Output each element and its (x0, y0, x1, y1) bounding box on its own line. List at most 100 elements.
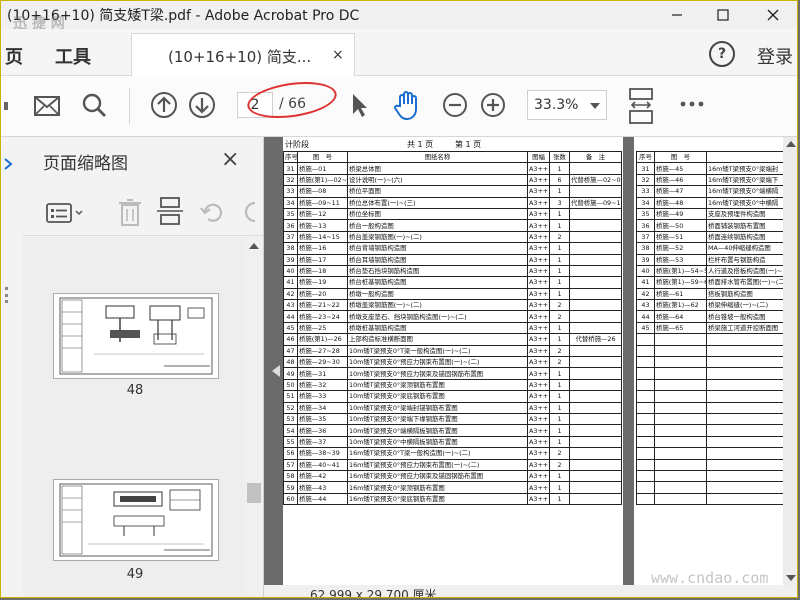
pane-resize-handle[interactable] (5, 287, 11, 303)
table-cell: 41 (283, 276, 298, 289)
table-cell: 桥施—19 (297, 276, 348, 289)
document-tab-close-icon[interactable]: × (332, 47, 344, 63)
table-cell: 桥施—09~11 (297, 196, 348, 209)
table-cell: 32 (636, 173, 655, 187)
table-cell: 37 (636, 230, 655, 244)
table-row: 43 桥施—21~22 桥墩盖梁钢筋图(一)~(二) A3++ 2 (283, 299, 622, 312)
select-tool-button[interactable] (347, 90, 371, 120)
table-cell (569, 367, 622, 380)
login-button[interactable]: 登录 (757, 43, 793, 69)
table-cell: 1 (549, 435, 570, 449)
previous-page-arrow-icon[interactable] (272, 365, 280, 377)
table-row-empty (636, 378, 797, 392)
table-row: 54 桥施—36 10m矮T梁预支0°端横隔板钢筋布置图 A3++ 1 (283, 424, 622, 437)
table-cell: 桥施—49 (654, 207, 707, 221)
table-header-row: 序号图 号图纸名称 图幅 张数备 注 (283, 150, 622, 164)
table-cell: 桥施—46 (654, 173, 707, 187)
previous-page-button[interactable] (149, 90, 179, 120)
minimize-button[interactable] (653, 1, 701, 29)
document-page-right: 序号图 号 31 桥施—45 16m矮T梁预支0°梁端封 32 桥施—46 16m矮T梁预支… (634, 137, 797, 585)
table-cell: 42 (636, 287, 655, 301)
email-button[interactable] (31, 91, 63, 121)
table-cell: 桥位坐标图 (347, 207, 528, 221)
table-cell (636, 481, 655, 494)
table-cell: A3++ (527, 207, 550, 221)
table-cell (569, 424, 622, 437)
table-cell (654, 424, 707, 437)
minimize-icon (672, 14, 682, 16)
scroll-down-icon[interactable] (784, 573, 798, 583)
table-row-empty (636, 435, 797, 449)
table-cell: 33 (283, 185, 298, 198)
more-tools-button[interactable] (677, 94, 707, 114)
table-cell: 桥施—47 (654, 185, 707, 198)
table-cell: 39 (636, 253, 655, 266)
close-window-button[interactable] (749, 1, 797, 29)
table-cell (654, 344, 707, 358)
table-cell: 38 (283, 242, 298, 255)
panel-close-icon[interactable]: × (221, 147, 239, 172)
extract-page-icon[interactable] (155, 195, 185, 227)
table-cell: A3++ (527, 412, 550, 426)
table-cell: 41 (636, 276, 655, 289)
table-cell: 桥墩桩基钢筋构造图 (347, 321, 528, 335)
table-cell: 56 (283, 447, 298, 460)
table-cell: A3++ (527, 401, 550, 415)
table-cell: 43 (636, 299, 655, 312)
pane-toggle-icon[interactable] (3, 157, 13, 171)
table-cell (636, 356, 655, 369)
table-cell (636, 469, 655, 483)
table-cell: 38 (636, 242, 655, 255)
table-cell: 桥台背墙钢筋构造图 (347, 242, 528, 255)
table-cell: A3++ (527, 344, 550, 358)
document-scrollbar[interactable] (783, 137, 798, 585)
delete-page-icon[interactable] (117, 197, 143, 227)
table-cell: 1 (549, 242, 570, 255)
thumbnail-page-49[interactable] (53, 479, 219, 561)
table-cell: 代替桥施—09~11 (569, 196, 622, 209)
scroll-up-icon[interactable] (247, 241, 261, 251)
table-row: 35 桥施—12 桥位坐标图 A3++ 1 (283, 207, 622, 221)
table-cell: 31 (636, 162, 655, 175)
zoom-out-button[interactable] (441, 91, 469, 119)
rotate-left-icon[interactable] (199, 199, 225, 225)
table-cell: A3++ (527, 424, 550, 437)
column-header: 备 注 (569, 150, 622, 164)
tab-tools[interactable]: 工具 (55, 43, 91, 69)
hand-tool-button[interactable] (391, 88, 423, 122)
table-cell: 44 (636, 310, 655, 323)
table-cell: 40 (283, 264, 298, 278)
thumbnail-options-icon[interactable] (45, 201, 85, 225)
table-cell (654, 469, 707, 483)
column-header: 图 号 (297, 150, 348, 164)
rotate-right-icon-partial[interactable] (243, 199, 257, 225)
next-page-button[interactable] (187, 90, 217, 120)
table-row: 42 桥施—20 桥墩一般构造图 A3++ 1 (283, 287, 622, 301)
zoom-in-button[interactable] (479, 91, 507, 119)
drawing-index-table-continued: 序号图 号 31 桥施—45 16m矮T梁预支0°梁端封 32 桥施—46 16m矮T梁预支… (636, 150, 797, 506)
table-cell: A3++ (527, 481, 550, 494)
fit-page-width-button[interactable] (625, 86, 657, 126)
maximize-button[interactable] (699, 1, 747, 29)
tab-home-partial[interactable]: 页 (5, 43, 23, 69)
table-cell: 10m矮T梁预支0°端横隔板钢筋布置图 (347, 424, 528, 437)
navigation-pane-strip (1, 137, 24, 597)
zoom-level-dropdown[interactable]: 33.3% (527, 90, 607, 120)
table-row-empty (636, 367, 797, 380)
document-tab[interactable]: (10+16+10) 简支... × (131, 33, 355, 76)
help-icon[interactable]: ? (709, 41, 735, 67)
thumbnail-page-48[interactable] (53, 293, 219, 379)
table-cell: 59 (283, 481, 298, 494)
zoom-in-icon (481, 93, 505, 117)
scroll-up-icon[interactable] (784, 139, 798, 149)
table-cell: 桥位总体布置(一)~(三) (347, 196, 528, 209)
search-button[interactable] (79, 90, 109, 120)
table-cell: 39 (283, 253, 298, 266)
table-cell (569, 356, 622, 369)
thumbnail-scrollbar[interactable] (245, 237, 263, 597)
table-cell: 桥施(第1)—62 (654, 299, 707, 312)
scrollbar-thumb[interactable] (247, 483, 261, 503)
table-row: 56 桥施—38~39 16m矮T梁预支0°T梁一般构造图(一)~(二) A3++ 2 (283, 447, 622, 460)
table-row-empty (636, 333, 797, 346)
table-cell: A3++ (527, 219, 550, 232)
